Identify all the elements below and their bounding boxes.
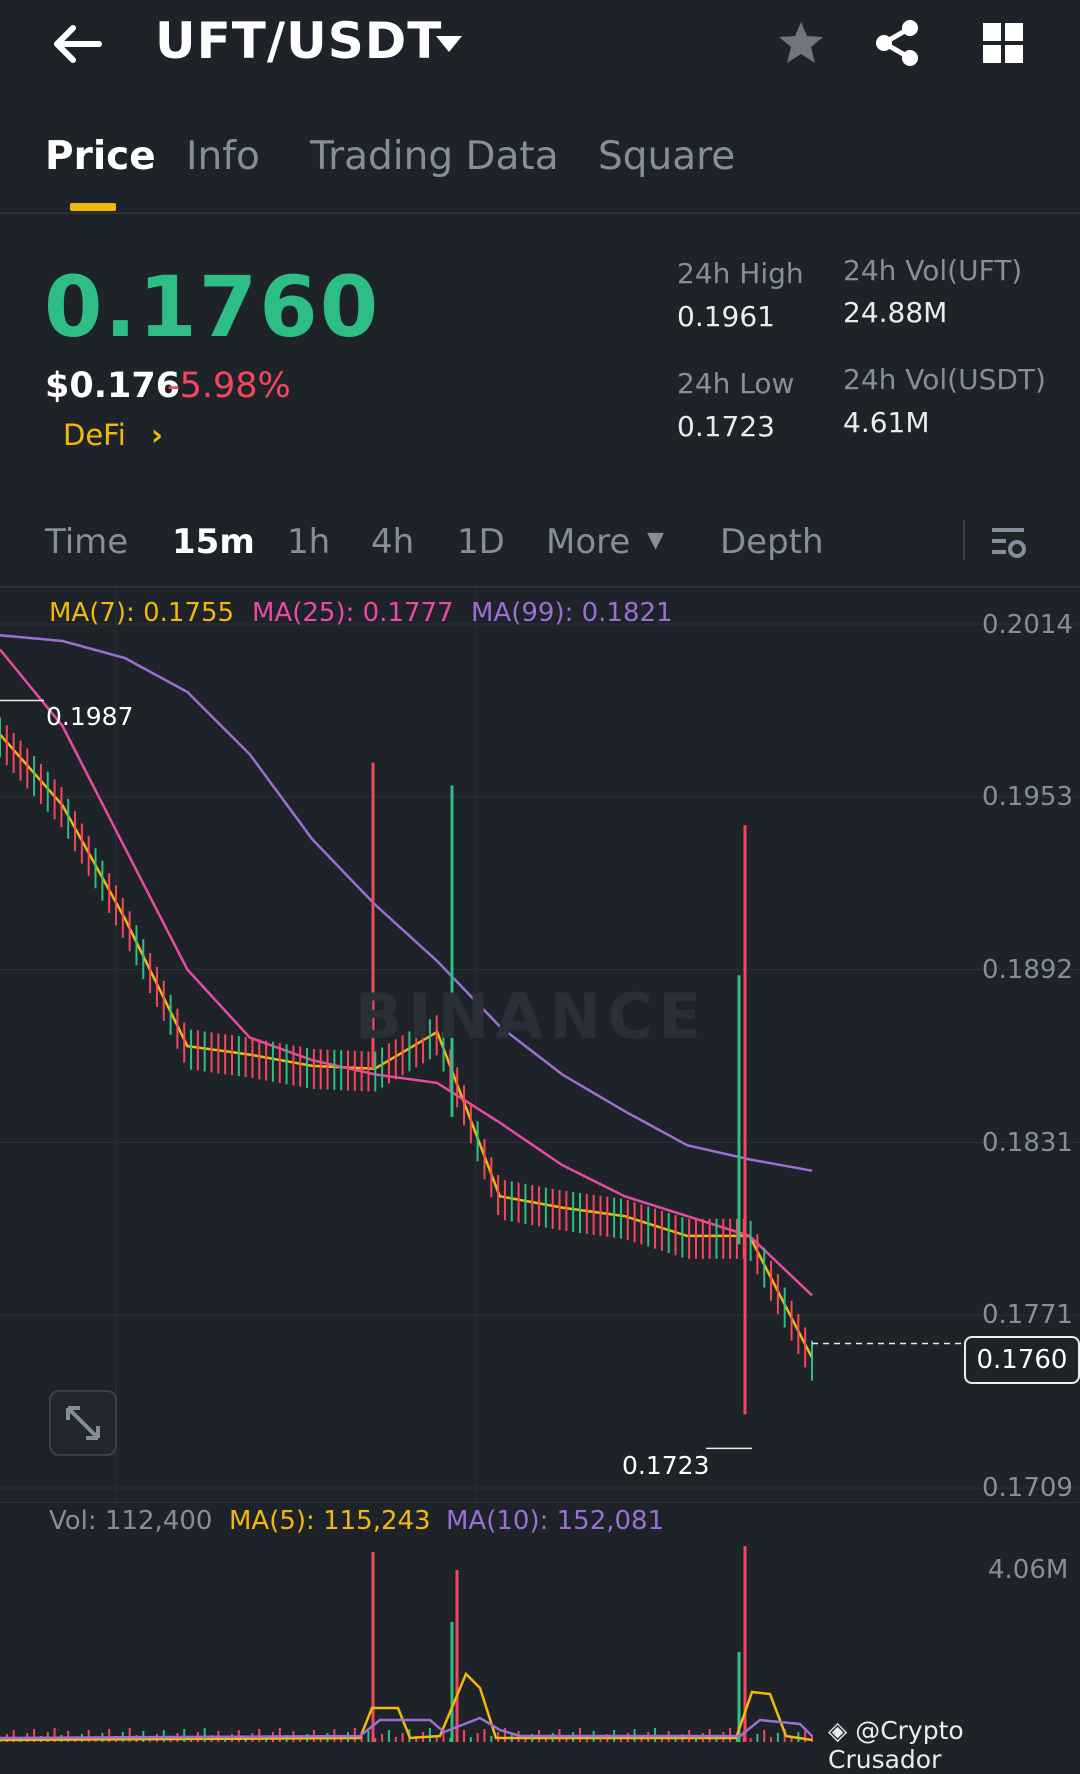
dropdown-caret-icon[interactable] <box>432 30 466 58</box>
y-axis-label: 0.1709 <box>982 1473 1073 1503</box>
caret-down-icon: ▼ <box>647 528 665 553</box>
credit-text: @Crypto Crusador <box>828 1716 964 1774</box>
tabs-divider <box>0 212 1080 214</box>
ma99-label: MA(99): 0.1821 <box>471 598 673 628</box>
interval-time[interactable]: Time <box>45 522 128 562</box>
pair-title[interactable]: UFT/USDT <box>155 12 442 70</box>
interval-more-label: More <box>546 522 631 562</box>
back-arrow-icon[interactable] <box>46 20 106 68</box>
chart-settings-icon[interactable] <box>986 520 1030 564</box>
price-change-percent: -5.98% <box>167 366 291 406</box>
y-axis-label: 0.1831 <box>982 1128 1073 1158</box>
tab-trading-data[interactable]: Trading Data <box>310 134 559 179</box>
low-marker-label: 0.1723 <box>622 1451 710 1480</box>
active-tab-indicator <box>70 203 116 211</box>
fullscreen-button[interactable] <box>49 1390 117 1456</box>
last-price: 0.1760 <box>44 258 381 356</box>
ma25-label: MA(25): 0.1777 <box>252 598 454 628</box>
price-usd: $0.176 <box>45 366 181 406</box>
exchange-watermark: BINANCE <box>355 980 707 1053</box>
interval-4h[interactable]: 4h <box>371 522 414 562</box>
expand-icon <box>66 1406 100 1440</box>
grid-icon[interactable] <box>980 20 1026 66</box>
credit-label: ◈ @Crypto Crusador <box>828 1716 1080 1774</box>
tab-square[interactable]: Square <box>598 134 735 179</box>
volume-divider <box>0 1502 1080 1503</box>
y-axis-label: 0.1892 <box>982 955 1073 985</box>
interval-depth[interactable]: Depth <box>720 522 824 562</box>
chevron-right-icon: › <box>151 418 163 452</box>
y-axis-label: 0.1953 <box>982 782 1073 812</box>
interval-divider <box>963 520 965 560</box>
tab-info[interactable]: Info <box>186 134 260 179</box>
vol-base-label: 24h Vol(UFT) <box>843 254 1023 287</box>
y-axis-label: 0.1771 <box>982 1300 1073 1330</box>
high-value: 0.1961 <box>677 300 775 333</box>
high-marker-label: 0.1987 <box>46 702 134 731</box>
interval-15m[interactable]: 15m <box>172 522 255 562</box>
vol-quote-label: 24h Vol(USDT) <box>843 363 1046 396</box>
interval-more[interactable]: More ▼ <box>546 522 664 562</box>
low-label: 24h Low <box>677 367 795 400</box>
high-label: 24h High <box>677 257 804 290</box>
category-tag-label: DeFi <box>63 418 126 452</box>
ma-line-ma25 <box>0 648 813 1297</box>
tab-price[interactable]: Price <box>45 134 156 179</box>
low-value: 0.1723 <box>677 410 775 443</box>
vol-base-value: 24.88M <box>843 296 948 329</box>
star-icon[interactable] <box>776 18 826 68</box>
category-tag-link[interactable]: DeFi › <box>63 418 163 452</box>
y-axis-label: 0.2014 <box>982 610 1073 640</box>
interval-1h[interactable]: 1h <box>287 522 330 562</box>
volume-ma5-line <box>0 1671 813 1742</box>
vol-quote-value: 4.61M <box>843 406 930 439</box>
diamond-logo-icon: ◈ <box>828 1716 848 1745</box>
interval-1d[interactable]: 1D <box>457 522 505 562</box>
current-price-tag: 0.1760 <box>964 1336 1080 1384</box>
share-icon[interactable] <box>872 18 922 68</box>
ma7-label: MA(7): 0.1755 <box>49 598 235 628</box>
